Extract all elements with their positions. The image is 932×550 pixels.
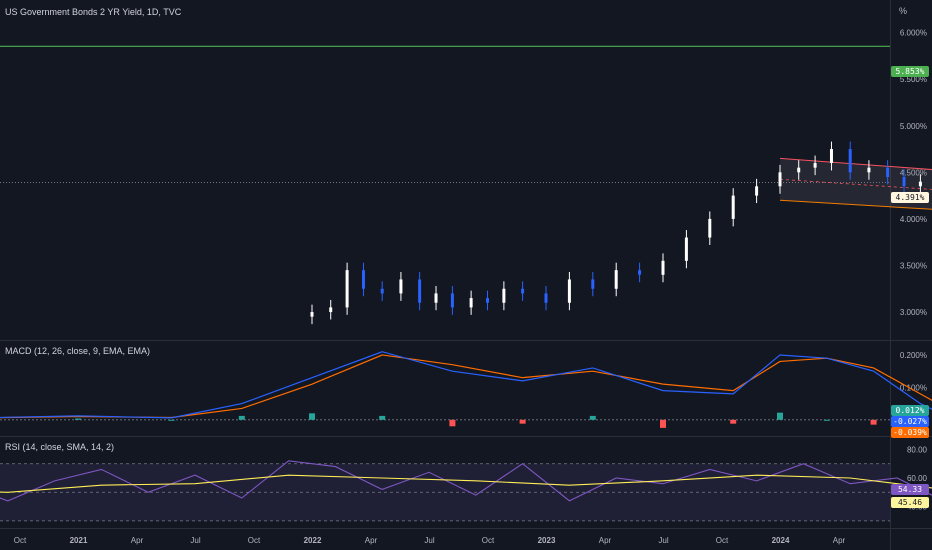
rsi-tick-label-2: 80.00	[907, 445, 928, 454]
price-candle-body	[418, 279, 422, 303]
price-candle-body	[813, 163, 817, 168]
time-tick-label-14: Apr	[833, 536, 846, 545]
price-tick-label-2: 4.000%	[900, 215, 927, 224]
time-tick-label-8: Oct	[482, 536, 495, 545]
macd-histogram-bar	[168, 419, 175, 421]
price-candle-body	[486, 298, 489, 303]
tradingview-chart[interactable]: 3.000%3.500%4.000%4.500%5.000%5.500%6.00…	[0, 0, 932, 550]
target-price-badge: 5.853%	[891, 66, 929, 77]
macd-histogram-badge: 0.012%	[891, 405, 929, 416]
price-candle-body	[755, 186, 759, 196]
time-tick-label-7: Jul	[424, 536, 434, 545]
time-tick-label-10: Apr	[599, 536, 612, 545]
chart-canvas[interactable]: 3.000%3.500%4.000%4.500%5.000%5.500%6.00…	[0, 0, 932, 550]
price-candle-body	[614, 270, 618, 289]
macd-histogram-bar	[309, 413, 315, 420]
price-candle-body	[708, 218, 712, 238]
price-candle-body	[310, 312, 314, 317]
macd-histogram-bar	[589, 415, 596, 420]
macd-histogram-bar	[870, 419, 877, 425]
macd-line	[0, 351, 932, 419]
rsi-legend[interactable]: RSI (14, close, SMA, 14, 2)	[5, 442, 114, 452]
price-candle-body	[567, 279, 571, 303]
price-candle-body	[345, 270, 349, 308]
price-candle-body	[399, 279, 403, 294]
price-candle-body	[902, 176, 906, 187]
price-tick-label-4: 5.000%	[900, 122, 927, 131]
price-candle-body	[469, 298, 473, 308]
price-candle-body	[434, 293, 438, 303]
price-candle-body	[380, 288, 384, 294]
macd-histogram-bar	[238, 415, 245, 420]
macd-histogram-bar	[519, 419, 526, 424]
price-candle-body	[684, 237, 688, 261]
price-unit-label: %	[899, 6, 908, 16]
rsi-ma-badge: 45.46	[891, 497, 929, 508]
price-candle-body	[544, 293, 548, 303]
price-candle-body	[638, 270, 642, 275]
time-tick-label-11: Jul	[658, 536, 668, 545]
time-tick-label-13: 2024	[772, 536, 790, 545]
macd-signal-line	[0, 354, 932, 419]
macd-signal-badge: -0.039%	[891, 427, 929, 438]
macd-histogram-bar	[660, 419, 666, 428]
last-price-badge: 4.391%	[891, 192, 929, 203]
macd-histogram-bar	[730, 419, 737, 424]
macd-line-badge: -0.027%	[891, 416, 929, 427]
price-candle-body	[918, 181, 922, 187]
macd-histogram-bar	[379, 415, 386, 420]
time-tick-label-9: 2023	[538, 536, 556, 545]
price-candle-body	[778, 172, 782, 187]
macd-histogram-bar	[449, 419, 456, 427]
price-tick-label-1: 3.500%	[900, 261, 927, 270]
price-candle-body	[848, 149, 852, 173]
price-candle-body	[591, 279, 595, 289]
price-candle-body	[329, 307, 333, 313]
macd-legend[interactable]: MACD (12, 26, close, 9, EMA, EMA)	[5, 346, 150, 356]
price-candle-body	[829, 149, 833, 164]
macd-histogram-bar	[823, 419, 830, 421]
price-candle-body	[731, 195, 735, 219]
macd-histogram-bar	[75, 418, 81, 420]
rsi-tick-label-1: 60.00	[907, 474, 928, 483]
price-candle-body	[450, 293, 454, 308]
macd-tick-label-1: 0.200%	[900, 351, 927, 360]
macd-histogram-bar	[777, 412, 783, 420]
time-tick-label-6: Apr	[365, 536, 378, 545]
rsi-value-badge: 54.33	[891, 484, 929, 495]
time-tick-label-4: Oct	[248, 536, 261, 545]
time-tick-label-2: Apr	[131, 536, 144, 545]
price-candle-body	[797, 167, 801, 173]
time-tick-label-3: Jul	[190, 536, 200, 545]
time-tick-label-1: 2021	[70, 536, 88, 545]
price-candle-body	[867, 167, 871, 173]
price-legend[interactable]: US Government Bonds 2 YR Yield, 1D, TVC	[5, 7, 181, 17]
price-candle-body	[502, 288, 506, 303]
price-candle-body	[661, 260, 665, 275]
time-tick-label-5: 2022	[304, 536, 322, 545]
time-tick-label-12: Oct	[716, 536, 729, 545]
price-candle-body	[521, 288, 525, 294]
time-tick-label-0: Oct	[14, 536, 27, 545]
price-tick-label-0: 3.000%	[900, 308, 927, 317]
price-candle-body	[886, 167, 890, 177]
price-tick-label-6: 6.000%	[900, 29, 927, 38]
price-candle-body	[361, 270, 365, 289]
